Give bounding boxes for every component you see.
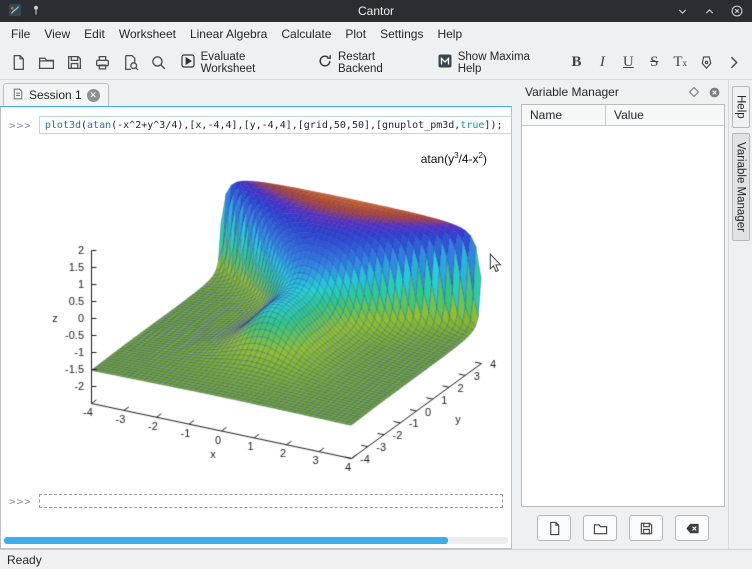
variable-manager-toolbar xyxy=(518,507,728,549)
evaluate-worksheet-button[interactable]: Evaluate Worksheet xyxy=(174,50,309,76)
menu-help[interactable]: Help xyxy=(430,24,469,44)
restart-backend-button[interactable]: Restart Backend xyxy=(311,50,429,76)
menu-file[interactable]: File xyxy=(4,24,37,44)
variable-manager-title: Variable Manager xyxy=(525,85,680,99)
save-variables-button[interactable] xyxy=(629,515,663,541)
main-area: Session 1 ✕ >>> plot3d(atan(-x^2+y^3/4),… xyxy=(0,80,752,549)
search-button[interactable] xyxy=(146,50,172,76)
tab-session1[interactable]: Session 1 ✕ xyxy=(3,83,109,106)
show-maxima-help-button[interactable]: Show Maxima Help xyxy=(431,50,563,76)
horizontal-scrollbar[interactable] xyxy=(4,537,508,544)
worksheet-gap xyxy=(1,513,511,537)
tab-label: Session 1 xyxy=(29,88,82,102)
worksheet[interactable]: >>> plot3d(atan(-x^2+y^3/4),[x,-4,4],[y,… xyxy=(0,106,512,549)
statusbar: Ready xyxy=(0,549,752,569)
menu-view[interactable]: View xyxy=(37,24,77,44)
minimize-button[interactable] xyxy=(676,5,689,18)
underline-button[interactable]: U xyxy=(616,50,640,76)
drag-handle-icon[interactable] xyxy=(502,107,512,144)
side-tab-help[interactable]: Help xyxy=(732,86,750,128)
toolbar-overflow-button[interactable] xyxy=(720,50,746,76)
variable-manager-panel: Variable Manager Name Value xyxy=(518,80,728,549)
italic-button[interactable]: I xyxy=(590,50,614,76)
print-preview-button[interactable] xyxy=(118,50,144,76)
restart-icon xyxy=(317,53,333,72)
side-dock-tabs: Help Variable Manager xyxy=(728,80,752,549)
column-value[interactable]: Value xyxy=(606,105,652,125)
tabbar: Session 1 ✕ xyxy=(0,80,512,106)
tab-close-icon[interactable]: ✕ xyxy=(87,89,100,102)
prompt: >>> xyxy=(9,495,32,508)
superscript-button[interactable]: Tx xyxy=(668,50,692,76)
new-variable-button[interactable] xyxy=(537,515,571,541)
variables-table-header: Name Value xyxy=(522,105,724,126)
scrollbar-thumb[interactable] xyxy=(4,537,448,544)
print-button[interactable] xyxy=(90,50,116,76)
save-button[interactable] xyxy=(62,50,88,76)
column-name[interactable]: Name xyxy=(522,105,606,125)
load-variables-button[interactable] xyxy=(583,515,617,541)
open-worksheet-button[interactable] xyxy=(34,50,60,76)
close-panel-icon[interactable] xyxy=(708,86,721,99)
side-tab-variable-manager[interactable]: Variable Manager xyxy=(732,133,750,241)
status-text: Ready xyxy=(7,553,42,567)
menubar: File View Edit Worksheet Linear Algebra … xyxy=(0,22,752,46)
plot-result: atan(y3/4-x2) xyxy=(1,145,511,489)
maximize-button[interactable] xyxy=(703,5,716,18)
new-command-entry[interactable] xyxy=(39,494,503,508)
window-title: Cantor xyxy=(98,4,654,18)
maxima-help-icon xyxy=(437,53,453,72)
menu-linear-algebra[interactable]: Linear Algebra xyxy=(183,24,274,44)
menu-worksheet[interactable]: Worksheet xyxy=(112,24,183,44)
cantor-window: Cantor File View Edit Worksheet Linear A… xyxy=(0,0,752,569)
variable-manager-header: Variable Manager xyxy=(518,80,728,104)
variables-table: Name Value xyxy=(521,104,725,507)
pin-icon[interactable] xyxy=(30,4,42,19)
app-icon xyxy=(8,3,22,20)
float-panel-icon[interactable] xyxy=(688,86,700,98)
plot-title: atan(y3/4-x2) xyxy=(421,151,487,166)
worksheet-pane: Session 1 ✕ >>> plot3d(atan(-x^2+y^3/4),… xyxy=(0,80,512,549)
menu-edit[interactable]: Edit xyxy=(77,24,112,44)
clear-variables-button[interactable] xyxy=(675,515,709,541)
command-entry-row: >>> plot3d(atan(-x^2+y^3/4),[x,-4,4],[y,… xyxy=(9,115,503,135)
command-entry[interactable]: plot3d(atan(-x^2+y^3/4),[x,-4,4],[y,-4,4… xyxy=(39,116,512,134)
plot-canvas xyxy=(21,145,501,475)
bold-button[interactable]: B xyxy=(565,50,589,76)
variables-table-body[interactable] xyxy=(522,126,724,506)
menu-calculate[interactable]: Calculate xyxy=(274,24,338,44)
titlebar: Cantor xyxy=(0,0,752,22)
session-icon xyxy=(12,88,24,103)
format-pen-icon[interactable] xyxy=(694,50,718,76)
menu-settings[interactable]: Settings xyxy=(373,24,430,44)
new-entry-row: >>> xyxy=(9,491,503,511)
menu-plot[interactable]: Plot xyxy=(338,24,373,44)
strikethrough-button[interactable]: S xyxy=(642,50,666,76)
prompt: >>> xyxy=(9,119,32,132)
new-worksheet-button[interactable] xyxy=(6,50,32,76)
close-button[interactable] xyxy=(730,4,744,18)
toolbar: Evaluate Worksheet Restart Backend Show … xyxy=(0,46,752,80)
evaluate-icon xyxy=(180,53,196,72)
